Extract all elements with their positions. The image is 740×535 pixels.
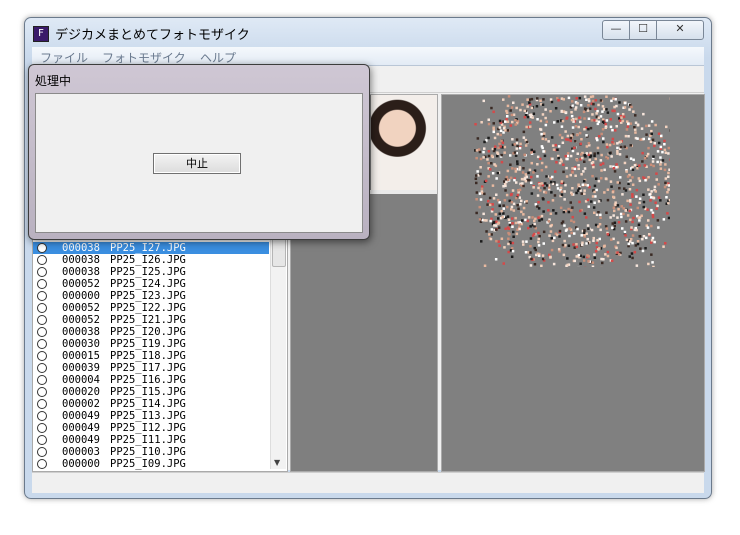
list-item[interactable]: 000020 PP25_I15.JPG [33, 386, 269, 398]
radio-circle-icon[interactable] [37, 351, 47, 361]
item-filename: PP25_I17.JPG [110, 362, 186, 374]
item-count: 000004 [62, 374, 100, 386]
list-item[interactable]: 000015 PP25_I18.JPG [33, 350, 269, 362]
radio-circle-icon[interactable] [37, 279, 47, 289]
item-count: 000049 [62, 422, 100, 434]
item-filename: PP25_I22.JPG [110, 302, 186, 314]
item-filename: PP25_I27.JPG [110, 242, 186, 254]
item-count: 000002 [62, 398, 100, 410]
close-button[interactable]: ✕ [656, 20, 704, 40]
item-count: 000020 [62, 386, 100, 398]
list-item[interactable]: 000052 PP25_I22.JPG [33, 302, 269, 314]
list-item[interactable]: 000038 PP25_I26.JPG [33, 254, 269, 266]
radio-circle-icon[interactable] [37, 339, 47, 349]
item-filename: PP25_I23.JPG [110, 290, 186, 302]
item-count: 000039 [62, 362, 100, 374]
list-item[interactable]: 000002 PP25_I14.JPG [33, 398, 269, 410]
list-item[interactable]: 000038 PP25_I20.JPG [33, 326, 269, 338]
stop-button[interactable]: 中止 [153, 153, 241, 174]
item-filename: PP25_I19.JPG [110, 338, 186, 350]
item-count: 000000 [62, 290, 100, 302]
list-item[interactable]: 000003 PP25_I10.JPG [33, 446, 269, 458]
list-item[interactable]: 000049 PP25_I11.JPG [33, 434, 269, 446]
item-filename: PP25_I14.JPG [110, 398, 186, 410]
radio-circle-icon[interactable] [37, 267, 47, 277]
item-count: 000003 [62, 446, 100, 458]
list-item[interactable]: 000038 PP25_I25.JPG [33, 266, 269, 278]
minimize-button[interactable]: — [602, 20, 630, 40]
list-item[interactable]: 000052 PP25_I21.JPG [33, 314, 269, 326]
radio-circle-icon[interactable] [37, 423, 47, 433]
radio-circle-icon[interactable] [37, 459, 47, 469]
status-bar [32, 472, 704, 493]
item-count: 000030 [62, 338, 100, 350]
radio-circle-icon[interactable] [37, 327, 47, 337]
radio-circle-icon[interactable] [37, 387, 47, 397]
window-title: デジカメまとめてフォトモザイク [55, 28, 250, 43]
list-item[interactable]: 000000 PP25_I23.JPG [33, 290, 269, 302]
item-filename: PP25_I13.JPG [110, 410, 186, 422]
list-item[interactable]: 000049 PP25_I13.JPG [33, 410, 269, 422]
list-item[interactable]: 000049 PP25_I12.JPG [33, 422, 269, 434]
item-filename: PP25_I12.JPG [110, 422, 186, 434]
app-icon: F [33, 26, 49, 42]
maximize-button[interactable]: ☐ [629, 20, 657, 40]
title-bar[interactable]: F デジカメまとめてフォトモザイク — ☐ ✕ [25, 18, 711, 46]
item-count: 000052 [62, 314, 100, 326]
item-filename: PP25_I18.JPG [110, 350, 186, 362]
item-count: 000049 [62, 434, 100, 446]
radio-circle-icon[interactable] [37, 315, 47, 325]
list-item[interactable]: 000038 PP25_I27.JPG [33, 242, 269, 254]
source-photo-image [371, 95, 437, 190]
item-filename: PP25_I10.JPG [110, 446, 186, 458]
item-count: 000049 [62, 410, 100, 422]
radio-circle-icon[interactable] [37, 291, 47, 301]
item-filename: PP25_I15.JPG [110, 386, 186, 398]
radio-circle-icon[interactable] [37, 243, 47, 253]
item-count: 000000 [62, 458, 100, 470]
radio-circle-icon[interactable] [37, 447, 47, 457]
radio-circle-icon[interactable] [37, 363, 47, 373]
list-item[interactable]: 000000 PP25_I09.JPG [33, 458, 269, 470]
item-count: 000052 [62, 302, 100, 314]
radio-circle-icon[interactable] [37, 411, 47, 421]
radio-circle-icon[interactable] [37, 255, 47, 265]
item-filename: PP25_I16.JPG [110, 374, 186, 386]
item-filename: PP25_I21.JPG [110, 314, 186, 326]
item-count: 000038 [62, 242, 100, 254]
item-count: 000038 [62, 266, 100, 278]
list-item[interactable]: 000039 PP25_I17.JPG [33, 362, 269, 374]
item-filename: PP25_I11.JPG [110, 434, 186, 446]
dialog-body: 中止 [35, 93, 363, 233]
mosaic-preview-panel [441, 94, 705, 472]
radio-circle-icon[interactable] [37, 435, 47, 445]
list-item[interactable]: 000030 PP25_I19.JPG [33, 338, 269, 350]
item-count: 000015 [62, 350, 100, 362]
radio-circle-icon[interactable] [37, 399, 47, 409]
radio-circle-icon[interactable] [37, 375, 47, 385]
processing-dialog: 処理中 中止 [28, 64, 370, 240]
item-filename: PP25_I09.JPG [110, 458, 186, 470]
radio-circle-icon[interactable] [37, 303, 47, 313]
mosaic-preview-image [474, 95, 670, 267]
item-count: 000038 [62, 254, 100, 266]
list-item[interactable]: 000004 PP25_I16.JPG [33, 374, 269, 386]
item-filename: PP25_I25.JPG [110, 266, 186, 278]
item-filename: PP25_I26.JPG [110, 254, 186, 266]
item-filename: PP25_I24.JPG [110, 278, 186, 290]
item-count: 000038 [62, 326, 100, 338]
scroll-down-icon[interactable]: ▼ [274, 458, 280, 467]
item-count: 000052 [62, 278, 100, 290]
dialog-title: 処理中 [35, 74, 72, 88]
item-filename: PP25_I20.JPG [110, 326, 186, 338]
list-item[interactable]: 000052 PP25_I24.JPG [33, 278, 269, 290]
